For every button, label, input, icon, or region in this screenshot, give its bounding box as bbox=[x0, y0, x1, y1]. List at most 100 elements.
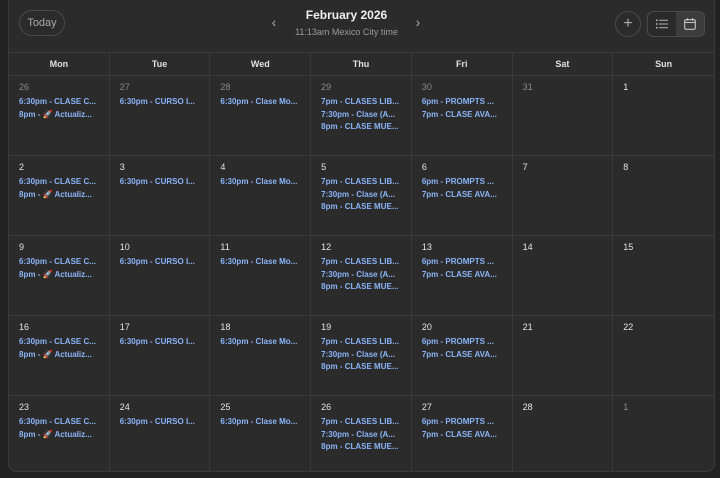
day-cell[interactable]: 27 6pm - PROMPTS ... 7pm - CLASE AVA... bbox=[412, 396, 513, 471]
day-cell[interactable]: 23 6:30pm - CLASE C... 8pm - 🚀 Actualiz... bbox=[9, 396, 110, 471]
calendar-event[interactable]: 8pm - CLASE MUE... bbox=[321, 121, 411, 134]
calendar-event[interactable]: 6:30pm - CLASE C... bbox=[19, 176, 109, 189]
calendar-event[interactable]: 8pm - 🚀 Actualiz... bbox=[19, 429, 109, 442]
day-number: 6 bbox=[421, 162, 427, 172]
calendar-event[interactable]: 6pm - PROMPTS ... bbox=[422, 176, 512, 189]
calendar-event[interactable]: 6:30pm - CLASE C... bbox=[19, 336, 109, 349]
calendar-event[interactable]: 6:30pm - Clase Mo... bbox=[220, 416, 310, 429]
calendar-event[interactable]: 8pm - 🚀 Actualiz... bbox=[19, 269, 109, 282]
day-cell[interactable]: 27 6:30pm - CURSO I... bbox=[110, 76, 211, 155]
calendar-event[interactable]: 7pm - CLASES LIB... bbox=[321, 256, 411, 269]
day-cell[interactable]: 26 6:30pm - CLASE C... 8pm - 🚀 Actualiz... bbox=[9, 76, 110, 155]
day-cell[interactable]: 7 bbox=[513, 156, 614, 235]
day-cell[interactable]: 19 7pm - CLASES LIB... 7:30pm - Clase (A..… bbox=[311, 316, 412, 395]
week-row: 9 6:30pm - CLASE C... 8pm - 🚀 Actualiz... 1… bbox=[9, 236, 714, 316]
day-cell[interactable]: 29 7pm - CLASES LIB... 7:30pm - Clase (A..… bbox=[311, 76, 412, 155]
calendar-event[interactable]: 6:30pm - CURSO I... bbox=[120, 416, 210, 429]
calendar-event[interactable]: 6:30pm - CURSO I... bbox=[120, 176, 210, 189]
day-cell[interactable]: 13 6pm - PROMPTS ... 7pm - CLASE AVA... bbox=[412, 236, 513, 315]
day-number: 18 bbox=[220, 322, 231, 332]
day-cell[interactable]: 24 6:30pm - CURSO I... bbox=[110, 396, 211, 471]
calendar-event[interactable]: 8pm - CLASE MUE... bbox=[321, 361, 411, 374]
calendar-event[interactable]: 6:30pm - CURSO I... bbox=[120, 96, 210, 109]
calendar-event[interactable]: 6:30pm - CURSO I... bbox=[120, 336, 210, 349]
calendar-event[interactable]: 6:30pm - Clase Mo... bbox=[220, 256, 310, 269]
calendar-event[interactable]: 8pm - 🚀 Actualiz... bbox=[19, 109, 109, 122]
day-cell[interactable]: 17 6:30pm - CURSO I... bbox=[110, 316, 211, 395]
calendar-event[interactable]: 8pm - CLASE MUE... bbox=[321, 441, 411, 454]
calendar-event[interactable]: 7:30pm - Clase (A... bbox=[321, 189, 411, 202]
day-cell[interactable]: 31 bbox=[513, 76, 614, 155]
calendar-event[interactable]: 7pm - CLASE AVA... bbox=[422, 349, 512, 362]
calendar-event[interactable]: 7pm - CLASE AVA... bbox=[422, 109, 512, 122]
day-cell[interactable]: 18 6:30pm - Clase Mo... bbox=[210, 316, 312, 395]
day-cell[interactable]: 5 7pm - CLASES LIB... 7:30pm - Clase (A...… bbox=[311, 156, 412, 235]
day-cell[interactable]: 30 6pm - PROMPTS ... 7pm - CLASE AVA... bbox=[412, 76, 513, 155]
plus-icon: + bbox=[623, 15, 633, 32]
day-cell[interactable]: 10 6:30pm - CURSO I... bbox=[110, 236, 211, 315]
calendar-event[interactable]: 8pm - CLASE MUE... bbox=[321, 201, 411, 214]
calendar-event[interactable]: 6:30pm - CURSO I... bbox=[120, 256, 210, 269]
calendar-event[interactable]: 7pm - CLASES LIB... bbox=[321, 416, 411, 429]
weekday-label: Sun bbox=[655, 59, 673, 69]
day-number: 29 bbox=[321, 82, 332, 92]
list-view-button[interactable] bbox=[648, 12, 676, 36]
calendar-event[interactable]: 6pm - PROMPTS ... bbox=[422, 256, 512, 269]
day-cell[interactable]: 15 bbox=[613, 236, 714, 315]
day-cell[interactable]: 3 6:30pm - CURSO I... bbox=[110, 156, 211, 235]
day-cell[interactable]: 11 6:30pm - Clase Mo... bbox=[210, 236, 312, 315]
day-cell[interactable]: 26 7pm - CLASES LIB... 7:30pm - Clase (A..… bbox=[311, 396, 412, 471]
day-cell[interactable]: 28 6:30pm - Clase Mo... bbox=[210, 76, 312, 155]
week-row: 2 6:30pm - CLASE C... 8pm - 🚀 Actualiz... 3… bbox=[9, 156, 714, 236]
calendar-event[interactable]: 6:30pm - CLASE C... bbox=[19, 256, 109, 269]
day-number: 27 bbox=[421, 402, 432, 412]
today-button[interactable]: Today bbox=[19, 10, 65, 36]
calendar-view-button[interactable] bbox=[676, 12, 704, 36]
calendar-event[interactable]: 6:30pm - CLASE C... bbox=[19, 96, 109, 109]
chevron-right-icon[interactable]: › bbox=[411, 14, 425, 30]
weekday-header: Mon Tue Wed Thu Fri Sat Sun bbox=[9, 52, 714, 75]
day-cell[interactable]: 2 6:30pm - CLASE C... 8pm - 🚀 Actualiz... bbox=[9, 156, 110, 235]
weekday-label: Thu bbox=[311, 53, 412, 75]
calendar-event[interactable]: 7pm - CLASES LIB... bbox=[321, 176, 411, 189]
calendar-event[interactable]: 7:30pm - Clase (A... bbox=[321, 269, 411, 282]
view-toggle bbox=[647, 11, 705, 37]
calendar-event[interactable]: 7pm - CLASE AVA... bbox=[422, 429, 512, 442]
week-row: 16 6:30pm - CLASE C... 8pm - 🚀 Actualiz...… bbox=[9, 316, 714, 396]
day-cell[interactable]: 9 6:30pm - CLASE C... 8pm - 🚀 Actualiz... bbox=[9, 236, 110, 315]
calendar-event[interactable]: 6:30pm - Clase Mo... bbox=[220, 176, 310, 189]
day-number: 15 bbox=[623, 242, 634, 252]
calendar-event[interactable]: 7:30pm - Clase (A... bbox=[321, 429, 411, 442]
calendar-event[interactable]: 6pm - PROMPTS ... bbox=[422, 96, 512, 109]
day-cell[interactable]: 4 6:30pm - Clase Mo... bbox=[210, 156, 312, 235]
day-cell[interactable]: 20 6pm - PROMPTS ... 7pm - CLASE AVA... bbox=[412, 316, 513, 395]
calendar-event[interactable]: 8pm - 🚀 Actualiz... bbox=[19, 349, 109, 362]
calendar-event[interactable]: 6pm - PROMPTS ... bbox=[422, 336, 512, 349]
day-cell[interactable]: 25 6:30pm - Clase Mo... bbox=[210, 396, 312, 471]
calendar-event[interactable]: 7:30pm - Clase (A... bbox=[321, 349, 411, 362]
calendar-event[interactable]: 7pm - CLASES LIB... bbox=[321, 336, 411, 349]
add-event-button[interactable]: + bbox=[615, 11, 641, 37]
calendar-header: Today ‹ February 2026 11:13am Mexico Cit… bbox=[9, 0, 714, 52]
calendar-event[interactable]: 6pm - PROMPTS ... bbox=[422, 416, 512, 429]
day-cell[interactable]: 1 bbox=[613, 396, 714, 471]
calendar-event[interactable]: 8pm - 🚀 Actualiz... bbox=[19, 189, 109, 202]
calendar-event[interactable]: 8pm - CLASE MUE... bbox=[321, 281, 411, 294]
day-cell[interactable]: 6 6pm - PROMPTS ... 7pm - CLASE AVA... bbox=[412, 156, 513, 235]
day-cell[interactable]: 1 bbox=[613, 76, 714, 155]
day-cell[interactable]: 8 bbox=[613, 156, 714, 235]
day-cell[interactable]: 12 7pm - CLASES LIB... 7:30pm - Clase (A..… bbox=[311, 236, 412, 315]
calendar-event[interactable]: 6:30pm - CLASE C... bbox=[19, 416, 109, 429]
calendar-event[interactable]: 6:30pm - Clase Mo... bbox=[220, 96, 310, 109]
calendar-event[interactable]: 7pm - CLASE AVA... bbox=[422, 189, 512, 202]
calendar-event[interactable]: 7pm - CLASES LIB... bbox=[321, 96, 411, 109]
day-cell[interactable]: 28 bbox=[513, 396, 614, 471]
calendar-event[interactable]: 7:30pm - Clase (A... bbox=[321, 109, 411, 122]
day-cell[interactable]: 22 bbox=[613, 316, 714, 395]
day-cell[interactable]: 16 6:30pm - CLASE C... 8pm - 🚀 Actualiz... bbox=[9, 316, 110, 395]
calendar-event[interactable]: 7pm - CLASE AVA... bbox=[422, 269, 512, 282]
calendar-event[interactable]: 6:30pm - Clase Mo... bbox=[220, 336, 310, 349]
day-number: 23 bbox=[19, 402, 30, 412]
day-cell[interactable]: 21 bbox=[513, 316, 614, 395]
day-cell[interactable]: 14 bbox=[513, 236, 614, 315]
